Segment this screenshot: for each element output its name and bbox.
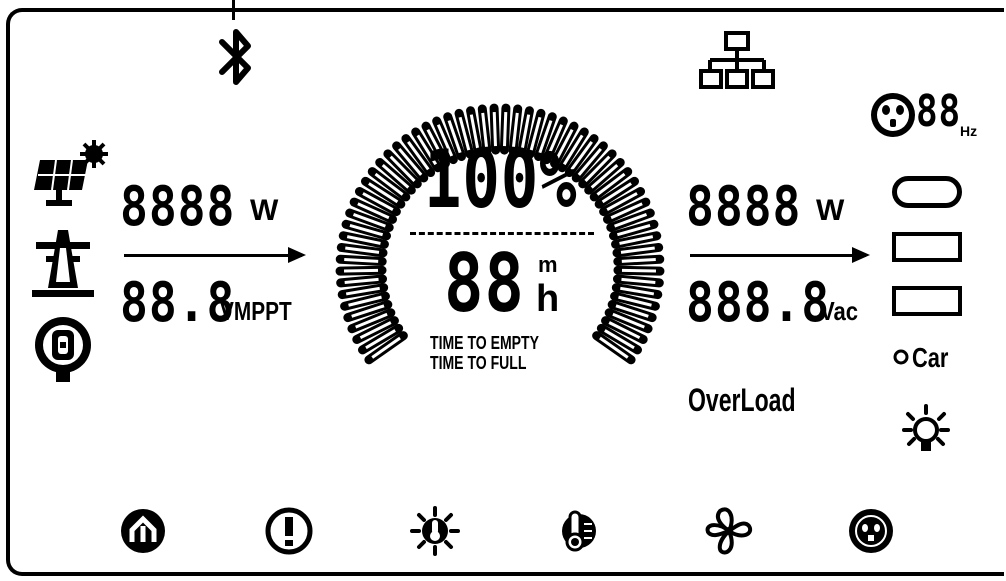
ac-outlet-icon: [871, 93, 915, 137]
overload-label: OverLoad: [688, 382, 796, 418]
gauge-segment-highlight: [344, 257, 379, 263]
temperature-high-icon: [410, 506, 460, 556]
output-flow-arrow: [690, 247, 870, 263]
gauge-segment-highlight: [343, 268, 379, 273]
solar-panel-icon: [34, 140, 108, 206]
power-saving-icon: [121, 509, 165, 553]
gauge-segment-highlight: [621, 268, 657, 273]
usb-a-port-icon: [892, 286, 962, 316]
frame-connector: [232, 0, 235, 20]
usb-a-port-icon: [892, 232, 962, 262]
time-to-full-label: TIME TO FULL: [430, 353, 527, 373]
gauge-segment-highlight: [621, 257, 656, 263]
time-value: 88: [444, 237, 525, 330]
temperature-low-icon: [562, 510, 596, 552]
ac-on-icon: [849, 509, 893, 553]
network-icon: [699, 31, 775, 89]
output-voltage-unit: Vac: [820, 296, 859, 326]
bluetooth-icon: [219, 29, 251, 85]
time-unit-minutes: m: [538, 252, 558, 277]
output-power-unit: W: [816, 194, 845, 227]
warning-icon: [265, 507, 313, 555]
input-flow-arrow: [124, 247, 306, 263]
output-frequency-unit: Hz: [960, 123, 978, 139]
battery-percent: 100%: [424, 133, 578, 226]
power-tower-icon: [32, 230, 94, 297]
fan-icon: [705, 507, 753, 555]
input-power-value: 8888: [120, 175, 236, 238]
input-voltage-unit: VMPPT: [220, 296, 292, 326]
input-voltage-value: 88.8: [120, 271, 236, 334]
input-power-unit: W: [250, 194, 279, 227]
output-frequency-value: 88: [916, 86, 962, 137]
car-label: Car: [912, 342, 949, 373]
usb-c-port-icon: [892, 176, 962, 208]
time-to-empty-label: TIME TO EMPTY: [430, 333, 539, 353]
output-power-value: 8888: [686, 175, 802, 238]
time-unit-hours: h: [536, 278, 560, 320]
car-port-icon: [893, 349, 909, 365]
output-voltage-value: 888.8: [686, 271, 831, 334]
light-icon: [902, 404, 950, 451]
display-divider: [410, 232, 594, 235]
dc-input-port-icon: [35, 317, 91, 382]
